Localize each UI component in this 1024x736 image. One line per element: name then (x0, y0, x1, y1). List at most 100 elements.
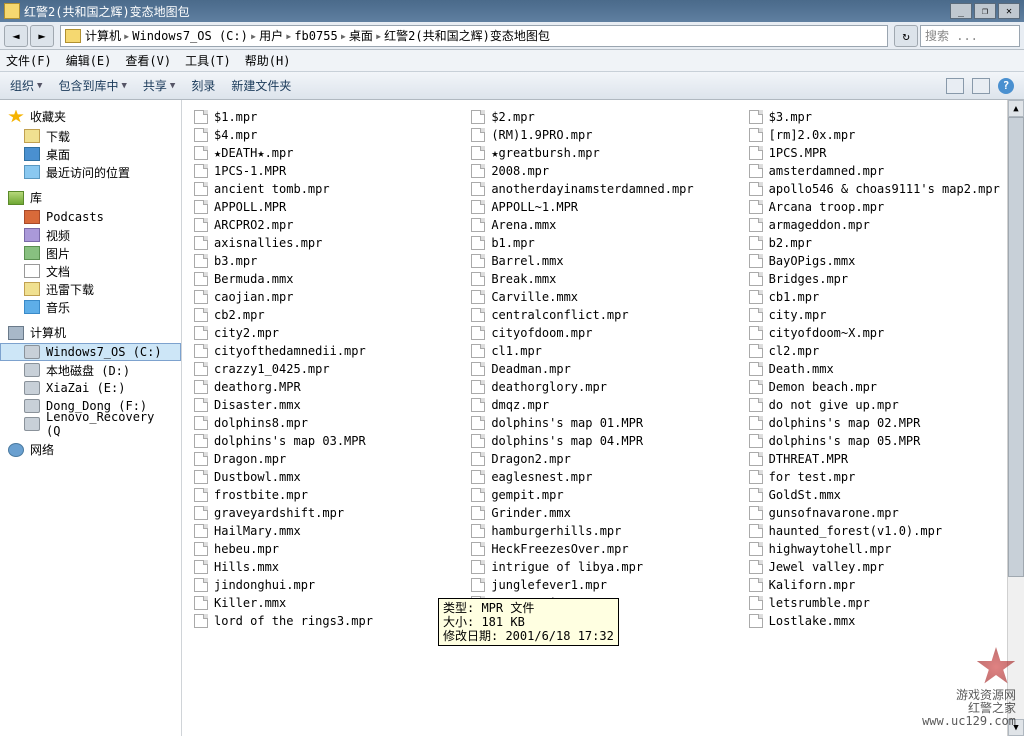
scroll-thumb[interactable] (1008, 117, 1024, 577)
file-item[interactable]: amsterdamned.mpr (747, 162, 1014, 180)
menu-view[interactable]: 查看(V) (125, 52, 171, 69)
file-item[interactable]: GoldSt.mmx (747, 486, 1014, 504)
file-item[interactable]: deathorg.MPR (192, 378, 459, 396)
scrollbar[interactable]: ▲ ▼ (1007, 100, 1024, 736)
file-item[interactable]: cityofdoom~X.mpr (747, 324, 1014, 342)
file-item[interactable]: lord of the rings3.mpr (192, 612, 459, 630)
file-item[interactable]: 2008.mpr (469, 162, 736, 180)
file-item[interactable]: letsrumble.mpr (747, 594, 1014, 612)
menu-edit[interactable]: 编辑(E) (66, 52, 112, 69)
sidebar-item[interactable]: 图片 (0, 244, 181, 262)
file-item[interactable]: Dragon.mpr (192, 450, 459, 468)
file-item[interactable]: intrigue of libya.mpr (469, 558, 736, 576)
file-item[interactable]: eaglesnest.mpr (469, 468, 736, 486)
file-item[interactable]: apollo546 & choas9111's map2.mpr (747, 180, 1014, 198)
file-item[interactable]: graveyardshift.mpr (192, 504, 459, 522)
file-item[interactable]: gempit.mpr (469, 486, 736, 504)
file-item[interactable]: axisnallies.mpr (192, 234, 459, 252)
file-item[interactable]: do not give up.mpr (747, 396, 1014, 414)
file-item[interactable]: ARCPRO2.mpr (192, 216, 459, 234)
file-item[interactable]: Break.mmx (469, 270, 736, 288)
file-item[interactable]: dolphins's map 03.MPR (192, 432, 459, 450)
menu-help[interactable]: 帮助(H) (245, 52, 291, 69)
sidebar-favorites[interactable]: 收藏夹 (0, 106, 181, 127)
file-item[interactable]: $3.mpr (747, 108, 1014, 126)
file-item[interactable]: 1PCS.MPR (747, 144, 1014, 162)
file-item[interactable]: hamburgerhills.mpr (469, 522, 736, 540)
file-item[interactable]: ★DEATH★.mpr (192, 144, 459, 162)
file-item[interactable]: Bermuda.mmx (192, 270, 459, 288)
share-button[interactable]: 共享▼ (143, 77, 175, 94)
sidebar-item[interactable]: Lenovo_Recovery (Q (0, 415, 181, 433)
breadcrumb[interactable]: 计算机▸Windows7_OS (C:)▸用户▸fb0755▸桌面▸红警2(共和… (85, 27, 550, 44)
file-item[interactable]: APPOLL~1.MPR (469, 198, 736, 216)
file-item[interactable]: Carville.mmx (469, 288, 736, 306)
scroll-up-button[interactable]: ▲ (1008, 100, 1024, 117)
file-item[interactable]: HailMary.mmx (192, 522, 459, 540)
sidebar-libraries[interactable]: 库 (0, 187, 181, 208)
file-item[interactable]: Disaster.mmx (192, 396, 459, 414)
file-item[interactable]: b2.mpr (747, 234, 1014, 252)
file-item[interactable]: cl2.mpr (747, 342, 1014, 360)
file-item[interactable]: dolphins's map 05.MPR (747, 432, 1014, 450)
file-item[interactable]: 1PCS-1.MPR (192, 162, 459, 180)
file-item[interactable]: cityofthedamnedii.mpr (192, 342, 459, 360)
sidebar-item[interactable]: XiaZai (E:) (0, 379, 181, 397)
file-item[interactable]: city2.mpr (192, 324, 459, 342)
file-item[interactable]: dolphins's map 04.MPR (469, 432, 736, 450)
minimize-button[interactable]: _ (950, 3, 972, 19)
file-item[interactable]: armageddon.mpr (747, 216, 1014, 234)
sidebar-item[interactable]: 最近访问的位置 (0, 163, 181, 181)
forward-button[interactable]: ► (30, 25, 54, 47)
file-item[interactable]: hebeu.mpr (192, 540, 459, 558)
file-item[interactable]: Kaliforn.mpr (747, 576, 1014, 594)
refresh-button[interactable]: ↻ (894, 25, 918, 47)
file-item[interactable]: BayOPigs.mmx (747, 252, 1014, 270)
file-item[interactable]: Jewel valley.mpr (747, 558, 1014, 576)
file-item[interactable]: frostbite.mpr (192, 486, 459, 504)
sidebar-item[interactable]: Podcasts (0, 208, 181, 226)
preview-pane-button[interactable] (972, 78, 990, 94)
file-item[interactable]: for test.mpr (747, 468, 1014, 486)
file-item[interactable]: caojian.mpr (192, 288, 459, 306)
back-button[interactable]: ◄ (4, 25, 28, 47)
file-item[interactable]: Demon beach.mpr (747, 378, 1014, 396)
file-item[interactable]: Deadman.mpr (469, 360, 736, 378)
menu-file[interactable]: 文件(F) (6, 52, 52, 69)
newfolder-button[interactable]: 新建文件夹 (231, 77, 291, 94)
file-item[interactable]: cl1.mpr (469, 342, 736, 360)
file-item[interactable]: Lostlake.mmx (747, 612, 1014, 630)
file-item[interactable]: highwaytohell.mpr (747, 540, 1014, 558)
file-item[interactable]: dmqz.mpr (469, 396, 736, 414)
file-item[interactable]: b1.mpr (469, 234, 736, 252)
file-item[interactable]: ancient tomb.mpr (192, 180, 459, 198)
maximize-button[interactable]: ❐ (974, 3, 996, 19)
file-item[interactable]: HeckFreezesOver.mpr (469, 540, 736, 558)
sidebar-item[interactable]: 文档 (0, 262, 181, 280)
organize-button[interactable]: 组织▼ (10, 77, 42, 94)
file-item[interactable]: [rm]2.0x.mpr (747, 126, 1014, 144)
file-item[interactable]: ★greatbursh.mpr (469, 144, 736, 162)
sidebar-item[interactable]: 桌面 (0, 145, 181, 163)
burn-button[interactable]: 刻录 (191, 77, 215, 94)
file-item[interactable]: cb2.mpr (192, 306, 459, 324)
file-item[interactable]: dolphins's map 02.MPR (747, 414, 1014, 432)
sidebar-network[interactable]: 网络 (0, 439, 181, 460)
sidebar-item[interactable]: 下载 (0, 127, 181, 145)
file-item[interactable]: Arcana troop.mpr (747, 198, 1014, 216)
file-item[interactable]: deathorglory.mpr (469, 378, 736, 396)
file-item[interactable]: cityofdoom.mpr (469, 324, 736, 342)
sidebar-item[interactable]: Windows7_OS (C:) (0, 343, 181, 361)
file-item[interactable]: Dustbowl.mmx (192, 468, 459, 486)
file-item[interactable]: $1.mpr (192, 108, 459, 126)
address-bar[interactable]: 计算机▸Windows7_OS (C:)▸用户▸fb0755▸桌面▸红警2(共和… (60, 25, 888, 47)
file-item[interactable]: $4.mpr (192, 126, 459, 144)
sidebar-item[interactable]: 本地磁盘 (D:) (0, 361, 181, 379)
view-options-button[interactable] (946, 78, 964, 94)
file-item[interactable]: gunsofnavarone.mpr (747, 504, 1014, 522)
file-item[interactable]: cb1.mpr (747, 288, 1014, 306)
sidebar-item[interactable]: 视频 (0, 226, 181, 244)
file-item[interactable]: Killer.mmx (192, 594, 459, 612)
file-item[interactable]: Grinder.mmx (469, 504, 736, 522)
menu-tools[interactable]: 工具(T) (185, 52, 231, 69)
